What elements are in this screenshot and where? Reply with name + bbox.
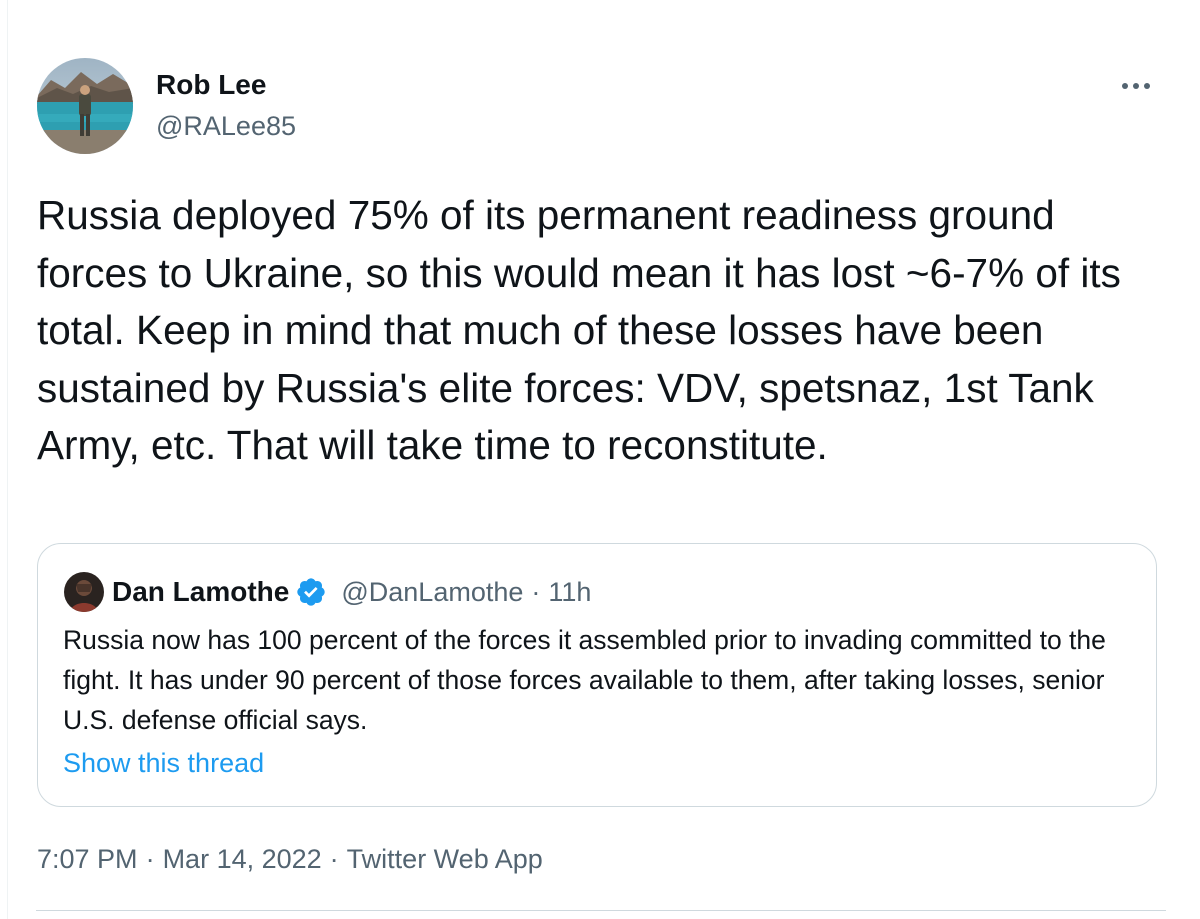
tweet-source[interactable]: Twitter Web App — [347, 844, 543, 874]
tweet-time[interactable]: 7:07 PM — [37, 844, 138, 874]
tweet-page: Rob Lee @RALee85 Russia deployed 75% of … — [0, 0, 1200, 919]
quoted-header-separator: · — [531, 576, 541, 607]
left-divider — [7, 0, 8, 919]
meta-separator: · — [329, 844, 339, 874]
quoted-tweet-text: Russia now has 100 percent of the forces… — [63, 625, 1106, 735]
more-options-button[interactable] — [1118, 76, 1154, 96]
verified-badge-icon — [295, 576, 327, 608]
bottom-divider — [36, 910, 1166, 911]
quoted-tweet-card[interactable]: Dan Lamothe @DanLamothe · 11h Russia now… — [37, 543, 1157, 807]
tweet-meta: 7:07 PM · Mar 14, 2022 · Twitter Web App — [37, 841, 543, 877]
quoted-tweet-header: Dan Lamothe @DanLamothe · 11h — [112, 572, 591, 612]
quoted-author-display-name: Dan Lamothe — [112, 576, 290, 607]
author-handle[interactable]: @RALee85 — [156, 108, 296, 144]
author-avatar[interactable] — [37, 58, 133, 154]
more-horizontal-icon — [1122, 83, 1150, 89]
meta-separator: · — [145, 844, 155, 874]
quoted-tweet-time: 11h — [548, 576, 592, 607]
author-display-name[interactable]: Rob Lee — [156, 67, 266, 103]
tweet-date[interactable]: Mar 14, 2022 — [163, 844, 322, 874]
quoted-author-handle: @DanLamothe — [341, 576, 524, 607]
quoted-author-avatar — [64, 572, 104, 612]
tweet-text: Russia deployed 75% of its permanent rea… — [37, 192, 1121, 468]
show-thread-link[interactable]: Show this thread — [63, 744, 264, 782]
